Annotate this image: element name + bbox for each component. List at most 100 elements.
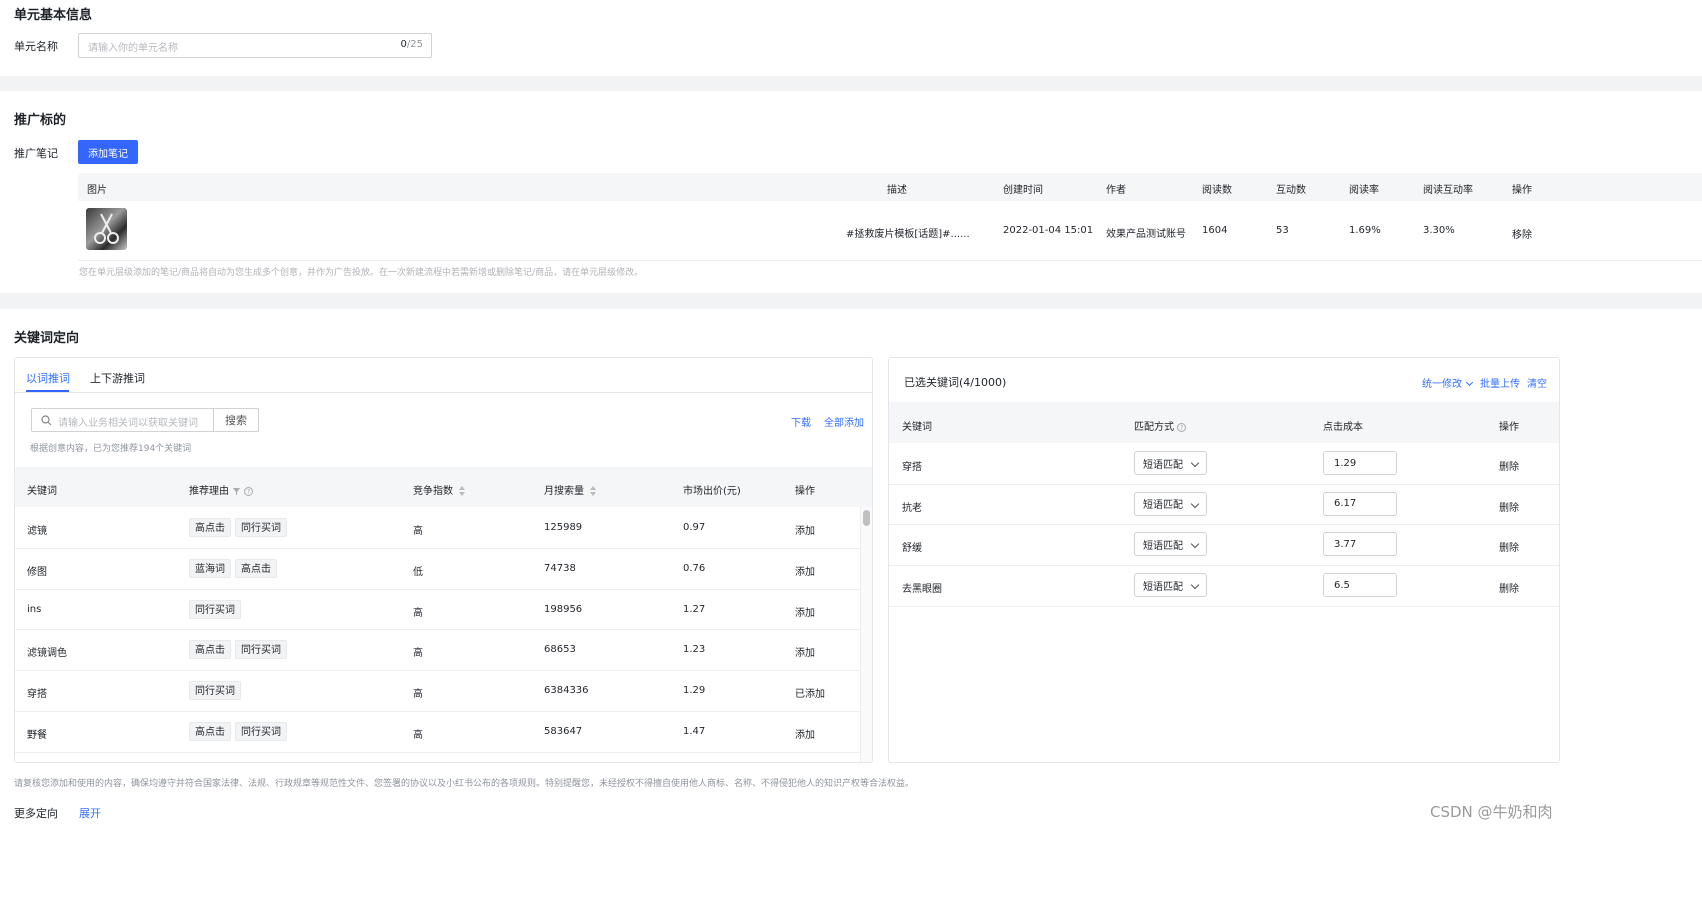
col-interaction-rate: 阅读互动率	[1423, 185, 1473, 196]
col-volume-label: 月搜索量	[544, 486, 584, 497]
scissors-icon	[94, 213, 119, 244]
match-type-select[interactable]: 短语匹配	[1134, 491, 1207, 516]
col-competition: 竞争指数	[413, 482, 465, 497]
tab-upstream-downstream[interactable]: 上下游推词	[90, 370, 145, 386]
recommend-note: 根据创意内容，已为您推荐194个关键词	[30, 444, 192, 454]
click-cost-input[interactable]: 6.17	[1323, 491, 1397, 516]
kw-cell-volume: 125989	[544, 522, 583, 533]
sel-col-action: 操作	[1499, 422, 1519, 433]
promo-note-label: 推广笔记	[14, 147, 58, 160]
selected-title: 已选关键词(4/1000)	[904, 376, 1007, 389]
keyword-search-input[interactable]: 请输入业务相关词以获取关键词	[31, 408, 214, 432]
col-interactions: 互动数	[1276, 185, 1306, 196]
tab-word-to-word[interactable]: 以词推词	[26, 370, 70, 386]
kw-row-divider	[15, 711, 860, 712]
more-targeting-label: 更多定向	[14, 807, 58, 820]
kw-row-divider	[15, 670, 860, 672]
note-thumbnail	[86, 208, 127, 250]
kw-cell-price: 1.27	[683, 603, 706, 615]
kw-add-link[interactable]: 添加	[795, 604, 815, 619]
delete-keyword-link[interactable]: 删除	[1499, 539, 1519, 554]
match-type-select[interactable]: 短语匹配	[1134, 451, 1207, 475]
kw-add-link[interactable]: 添加	[795, 726, 815, 741]
note-created: 2022-01-04 15:01	[1003, 225, 1094, 236]
col-reads: 阅读数	[1202, 185, 1232, 196]
col-image: 图片	[87, 185, 107, 196]
click-cost-value: 6.5	[1334, 579, 1350, 591]
match-type-select[interactable]: 短语匹配	[1134, 532, 1207, 557]
delete-keyword-link[interactable]: 删除	[1499, 499, 1519, 514]
watermark: CSDN @牛奶和肉	[1430, 803, 1553, 821]
col-kw-action: 操作	[795, 486, 815, 497]
tabs-divider	[15, 392, 872, 393]
remove-note-link[interactable]: 移除	[1512, 226, 1532, 241]
clear-link[interactable]: 清空	[1527, 375, 1547, 390]
sel-col-keyword: 关键词	[902, 422, 932, 433]
help-icon: ?	[1177, 422, 1186, 432]
selected-keywords-panel: 已选关键词(4/1000) 统一修改 批量上传 清空 关键词 匹配方式? 点击成…	[888, 357, 1560, 763]
sel-table-header	[889, 402, 1559, 443]
filter-icon[interactable]	[232, 487, 241, 496]
reason-tag: 高点击	[189, 722, 231, 741]
col-price: 市场出价(元)	[683, 486, 741, 497]
add-all-link[interactable]: 全部添加	[824, 414, 864, 429]
kw-add-link[interactable]: 添加	[795, 644, 815, 659]
help-icon: ?	[244, 486, 253, 496]
col-created: 创建时间	[1003, 185, 1043, 196]
col-action: 操作	[1512, 185, 1532, 196]
sort-icon[interactable]	[459, 486, 465, 496]
note-author: 效果产品测试账号	[1106, 229, 1186, 240]
unit-info-title: 单元基本信息	[14, 8, 93, 23]
kw-cell-volume: 6384336	[544, 685, 589, 697]
match-type-select[interactable]: 短语匹配	[1134, 573, 1207, 598]
click-cost-input[interactable]: 1.29	[1323, 451, 1397, 475]
kw-cell-competition: 高	[413, 648, 423, 660]
scrollbar-thumb[interactable]	[863, 510, 870, 526]
bulk-edit-dropdown[interactable]: 统一修改	[1422, 375, 1474, 390]
col-desc: 描述	[887, 185, 907, 196]
kw-add-link[interactable]: 添加	[795, 522, 815, 537]
reason-tag: 同行买词	[189, 681, 241, 701]
expand-link[interactable]: 展开	[79, 805, 101, 821]
match-type-value: 短语匹配	[1143, 540, 1183, 552]
col-read-rate: 阅读率	[1349, 185, 1379, 196]
reason-tag: 同行买词	[189, 599, 241, 619]
kw-row-divider	[15, 547, 860, 549]
bulk-edit-label: 统一修改	[1422, 379, 1462, 390]
kw-cell-keyword: 野餐	[27, 730, 47, 741]
kw-cell-tags: 蓝海词 高点击	[189, 558, 281, 578]
kw-cell-keyword: 滤镜调色	[27, 648, 67, 660]
add-note-button[interactable]: 添加笔记	[78, 140, 138, 164]
kw-cell-tags: 高点击 同行买词	[189, 722, 291, 741]
sort-icon[interactable]	[590, 486, 596, 496]
match-type-value: 短语匹配	[1143, 500, 1183, 512]
col-author: 作者	[1106, 185, 1126, 196]
bulk-upload-link[interactable]: 批量上传	[1480, 375, 1520, 390]
reason-tag: 同行买词	[235, 722, 287, 741]
click-cost-input[interactable]: 3.77	[1323, 532, 1397, 557]
kw-add-link[interactable]: 添加	[795, 563, 815, 578]
download-link[interactable]: 下载	[791, 414, 811, 429]
kw-cell-keyword: 修图	[27, 566, 47, 578]
click-cost-input[interactable]: 6.5	[1323, 573, 1397, 598]
unit-name-input[interactable]: 请输入你的单元名称 0/25	[78, 33, 432, 58]
kw-row-divider	[15, 629, 860, 631]
kw-cell-competition: 高	[413, 526, 423, 537]
delete-keyword-link[interactable]: 删除	[1499, 458, 1519, 473]
kw-cell-competition: 高	[413, 607, 423, 619]
delete-keyword-link[interactable]: 删除	[1499, 580, 1519, 595]
kw-cell-price: 1.47	[683, 726, 706, 737]
unit-info-card: 单元基本信息 单元名称 请输入你的单元名称 0/25	[0, 0, 1702, 76]
reason-tag: 高点击	[189, 518, 231, 537]
kw-cell-volume: 68653	[544, 644, 576, 656]
kw-cell-competition: 高	[413, 689, 423, 701]
unit-name-counter: 0/25	[401, 39, 423, 50]
unit-name-placeholder: 请输入你的单元名称	[88, 43, 178, 54]
sel-row-divider	[889, 565, 1559, 567]
search-button[interactable]: 搜索	[213, 408, 259, 432]
kw-cell-keyword: 穿搭	[27, 689, 47, 701]
counter-max: /25	[406, 39, 423, 50]
chevron-down-icon	[1190, 458, 1200, 468]
note-desc-link[interactable]: #拯救废片模板[话题]#......	[846, 225, 970, 240]
kw-cell-keyword: 滤镜	[27, 526, 47, 537]
